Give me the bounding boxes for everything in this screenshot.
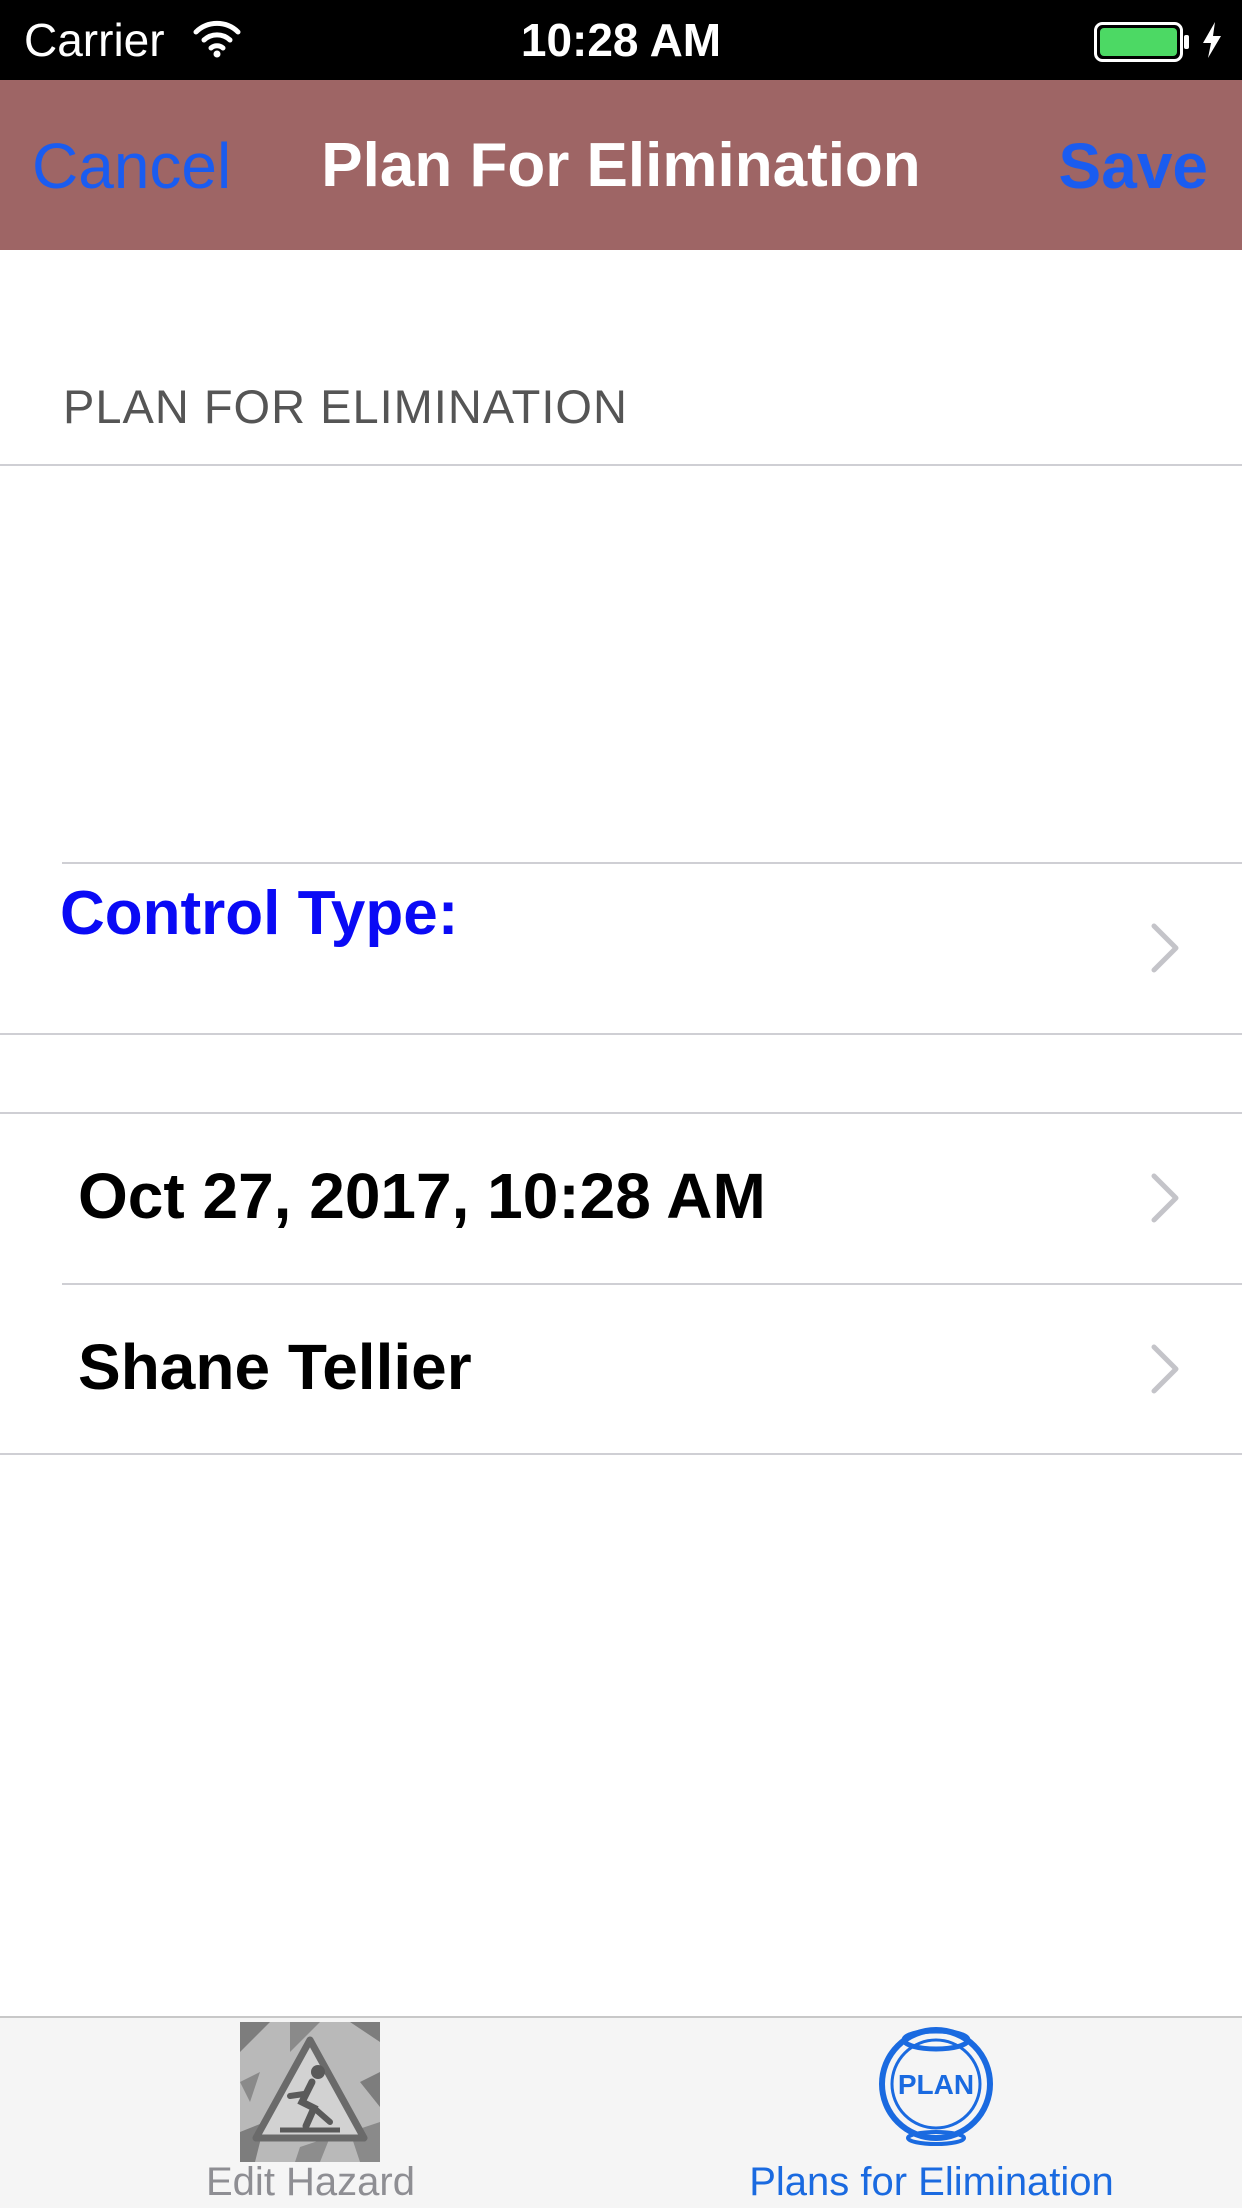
screen: Carrier 10:28 AM Plan For Elimination Ca… bbox=[0, 0, 1242, 2208]
hazard-icon bbox=[240, 2022, 380, 2162]
chevron-right-icon bbox=[1151, 923, 1179, 973]
plan-icon: PLAN bbox=[879, 2027, 993, 2146]
plan-icon-text: PLAN bbox=[898, 2069, 974, 2100]
divider bbox=[0, 1453, 1242, 1455]
tab-label-plans-for-elimination: Plans for Elimination bbox=[749, 2160, 1114, 2204]
date-value: Oct 27, 2017, 10:28 AM bbox=[78, 1160, 766, 1232]
navigation-bar: Plan For Elimination Cancel Save bbox=[0, 80, 1242, 250]
status-bar: Carrier 10:28 AM bbox=[0, 0, 1242, 80]
tab-label-edit-hazard: Edit Hazard bbox=[206, 2160, 415, 2204]
person-row[interactable]: Shane Tellier bbox=[0, 1285, 1242, 1455]
chevron-right-icon bbox=[1151, 1344, 1179, 1394]
control-type-row[interactable]: Control Type: bbox=[0, 864, 1242, 1034]
plan-text-area[interactable] bbox=[0, 467, 1242, 862]
status-time: 10:28 AM bbox=[520, 14, 722, 66]
section-header: PLAN FOR ELIMINATION bbox=[63, 380, 628, 433]
control-type-label: Control Type: bbox=[60, 879, 459, 948]
charging-icon bbox=[1203, 22, 1221, 58]
date-row[interactable]: Oct 27, 2017, 10:28 AM bbox=[0, 1114, 1242, 1284]
tab-edit-hazard[interactable]: Edit Hazard bbox=[0, 2018, 621, 2208]
divider bbox=[0, 464, 1242, 466]
divider bbox=[0, 1033, 1242, 1035]
cancel-button[interactable]: Cancel bbox=[32, 130, 231, 202]
tab-bar: Edit Hazard PLAN Plans for Elimination bbox=[0, 2016, 1242, 2208]
chevron-right-icon bbox=[1151, 1173, 1179, 1223]
tab-plans-for-elimination[interactable]: PLAN Plans for Elimination bbox=[621, 2018, 1242, 2208]
person-value: Shane Tellier bbox=[78, 1331, 472, 1403]
save-button[interactable]: Save bbox=[1059, 130, 1208, 202]
battery-icon bbox=[1094, 22, 1189, 62]
